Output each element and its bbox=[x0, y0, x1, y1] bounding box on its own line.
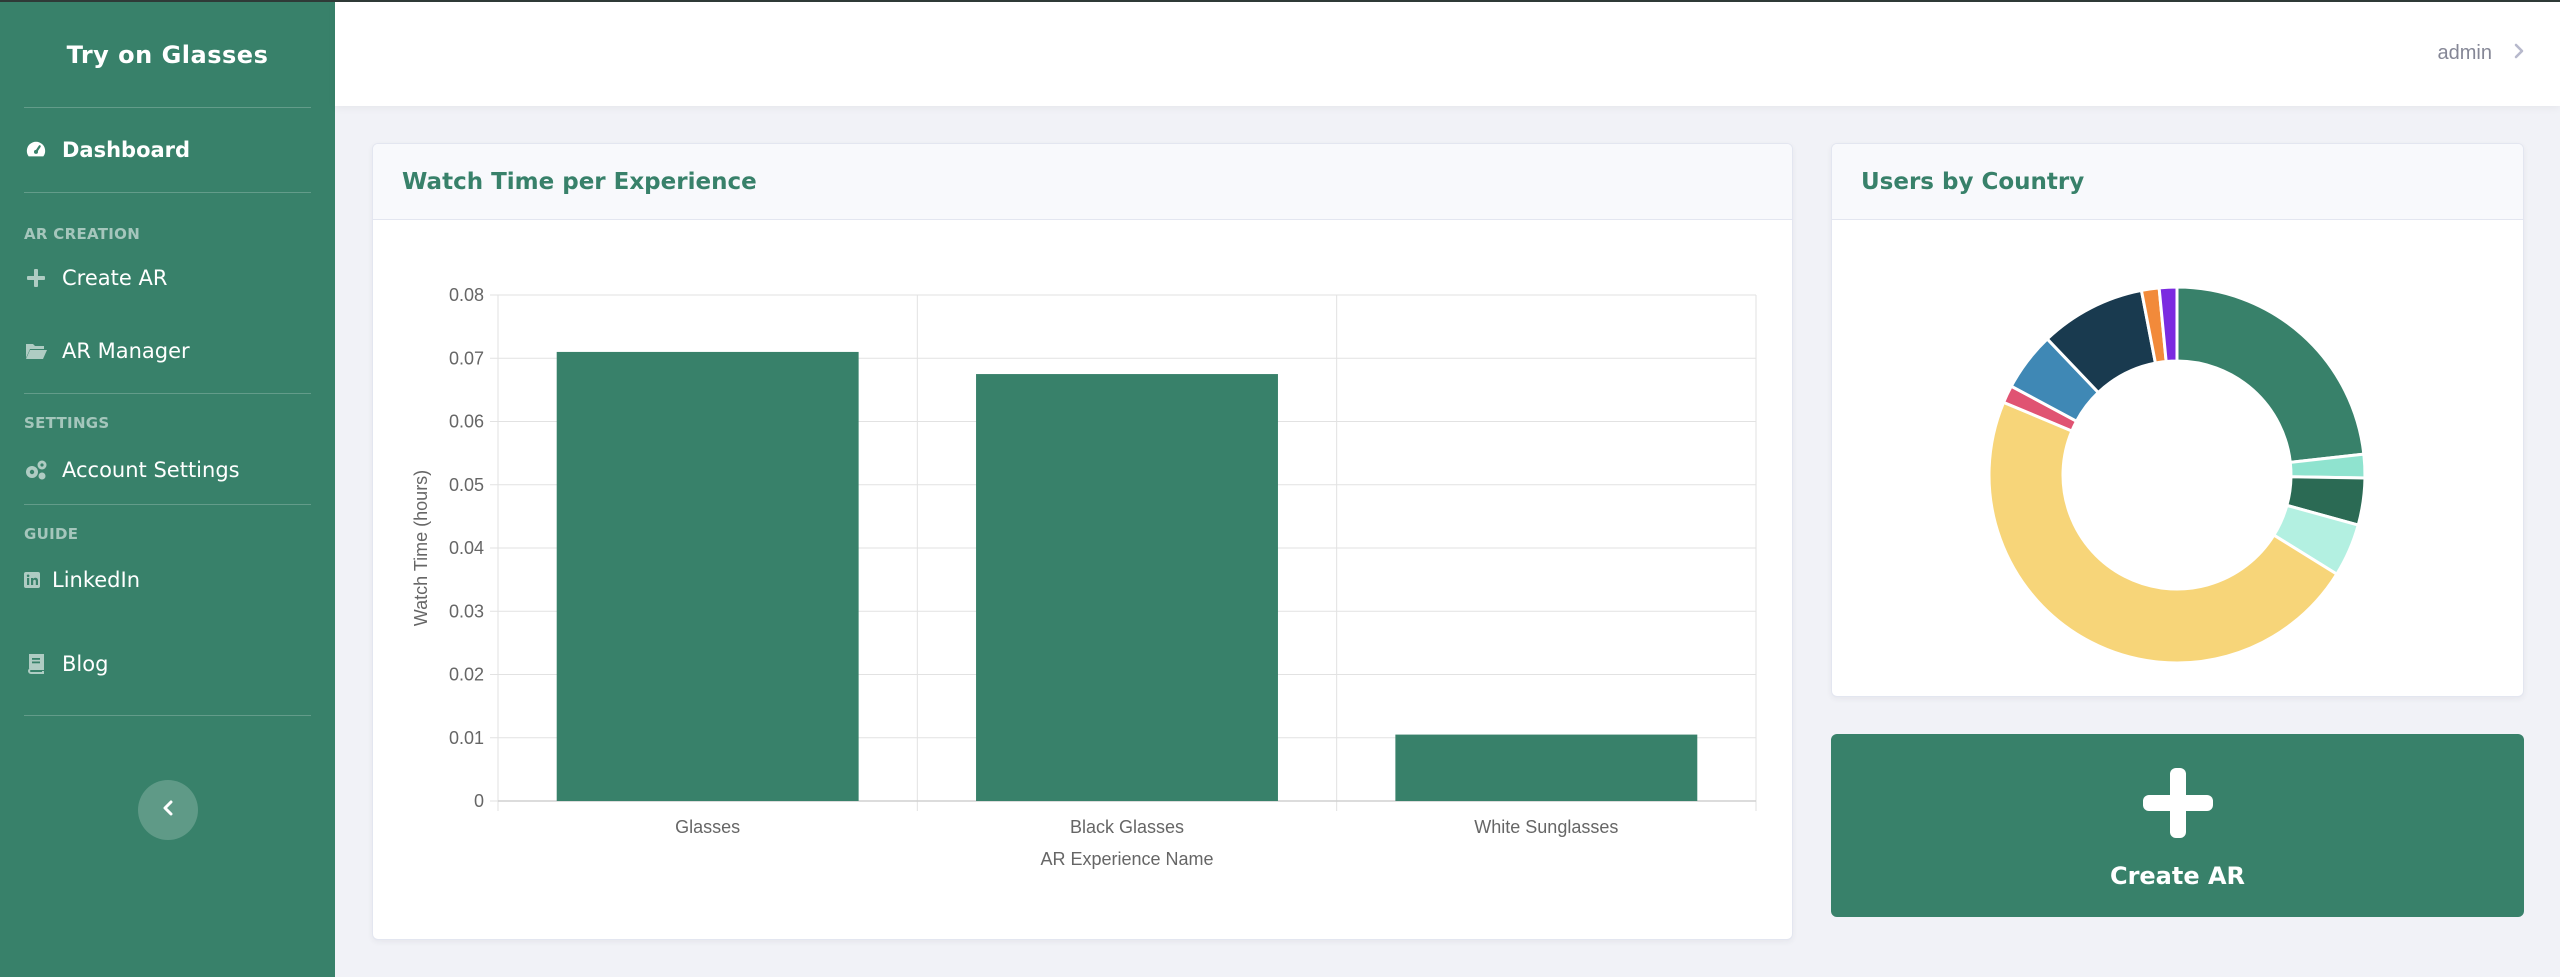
y-tick-label: 0.08 bbox=[449, 285, 484, 305]
plus-icon bbox=[24, 266, 48, 290]
users-by-country-chart bbox=[1987, 285, 2367, 665]
tachometer-icon bbox=[24, 138, 48, 162]
create-ar-label: Create AR bbox=[2109, 861, 2246, 890]
y-axis-title: Watch Time (hours) bbox=[411, 470, 431, 626]
sidebar: Try on Glasses Dashboard AR CREATION Cre… bbox=[0, 0, 335, 977]
sidebar-item-label: Dashboard bbox=[62, 138, 191, 162]
sidebar-item-label: AR Manager bbox=[62, 339, 190, 363]
y-tick-label: 0.05 bbox=[449, 475, 484, 495]
y-tick-label: 0.07 bbox=[449, 348, 484, 368]
x-axis-title: AR Experience Name bbox=[1040, 849, 1213, 869]
bar bbox=[1395, 734, 1698, 801]
brand-title[interactable]: Try on Glasses bbox=[0, 2, 335, 107]
plus-icon bbox=[2142, 767, 2213, 838]
x-tick-label: Glasses bbox=[675, 817, 740, 837]
sidebar-toggle-button[interactable] bbox=[138, 780, 198, 840]
sidebar-item-create-ar[interactable]: Create AR bbox=[0, 247, 335, 309]
sidebar-item-label: LinkedIn bbox=[52, 568, 141, 592]
sidebar-item-account-settings[interactable]: Account Settings bbox=[0, 436, 335, 504]
sidebar-divider bbox=[24, 715, 311, 716]
sidebar-item-ar-manager[interactable]: AR Manager bbox=[0, 309, 335, 393]
watch-time-chart: 0 0.01 0.02 0.03 0.04 0.05 0.06 0.07 0.08 Glasses… bbox=[411, 285, 1757, 869]
cogs-icon bbox=[24, 458, 48, 482]
users-by-country-card: Users by Country bbox=[1831, 143, 2524, 697]
y-tick-label: 0.04 bbox=[449, 538, 484, 558]
sidebar-item-label: Create AR bbox=[62, 266, 168, 290]
sidebar-item-label: Blog bbox=[62, 652, 109, 676]
book-icon bbox=[24, 652, 48, 676]
chevron-left-icon bbox=[161, 800, 175, 821]
donut-slice bbox=[2175, 285, 2366, 465]
y-tick-label: 0 bbox=[474, 791, 484, 811]
bar bbox=[556, 351, 859, 801]
chevron-right-icon bbox=[2514, 42, 2524, 65]
section-heading-settings: SETTINGS bbox=[24, 414, 110, 432]
y-tick-label: 0.06 bbox=[449, 412, 484, 432]
section-heading-guide: GUIDE bbox=[24, 525, 79, 543]
sidebar-item-dashboard[interactable]: Dashboard bbox=[0, 108, 335, 192]
section-heading-ar-creation: AR CREATION bbox=[24, 225, 141, 243]
user-name: admin bbox=[2437, 42, 2492, 64]
y-tick-label: 0.01 bbox=[449, 728, 484, 748]
card-header: Watch Time per Experience bbox=[373, 144, 1792, 220]
card-title: Users by Country bbox=[1861, 168, 2085, 195]
bar bbox=[976, 374, 1278, 801]
folder-open-icon bbox=[24, 339, 48, 363]
card-title: Watch Time per Experience bbox=[402, 168, 757, 195]
user-menu[interactable]: admin bbox=[2438, 42, 2524, 65]
y-tick-label: 0.02 bbox=[449, 665, 484, 685]
linkedin-icon bbox=[24, 568, 40, 592]
topbar: admin bbox=[335, 0, 2560, 106]
card-header: Users by Country bbox=[1832, 144, 2523, 220]
x-tick-label: Black Glasses bbox=[1070, 817, 1184, 837]
sidebar-item-label: Account Settings bbox=[62, 458, 240, 482]
create-ar-card[interactable]: Create AR bbox=[1831, 734, 2524, 917]
x-tick-label: White Sunglasses bbox=[1474, 817, 1618, 837]
sidebar-item-blog[interactable]: Blog bbox=[0, 613, 335, 715]
y-tick-label: 0.03 bbox=[449, 601, 484, 621]
watch-time-card: Watch Time per Experience 0 0.01 0.02 0.03 0… bbox=[372, 143, 1793, 940]
sidebar-item-linkedin[interactable]: LinkedIn bbox=[0, 547, 335, 613]
